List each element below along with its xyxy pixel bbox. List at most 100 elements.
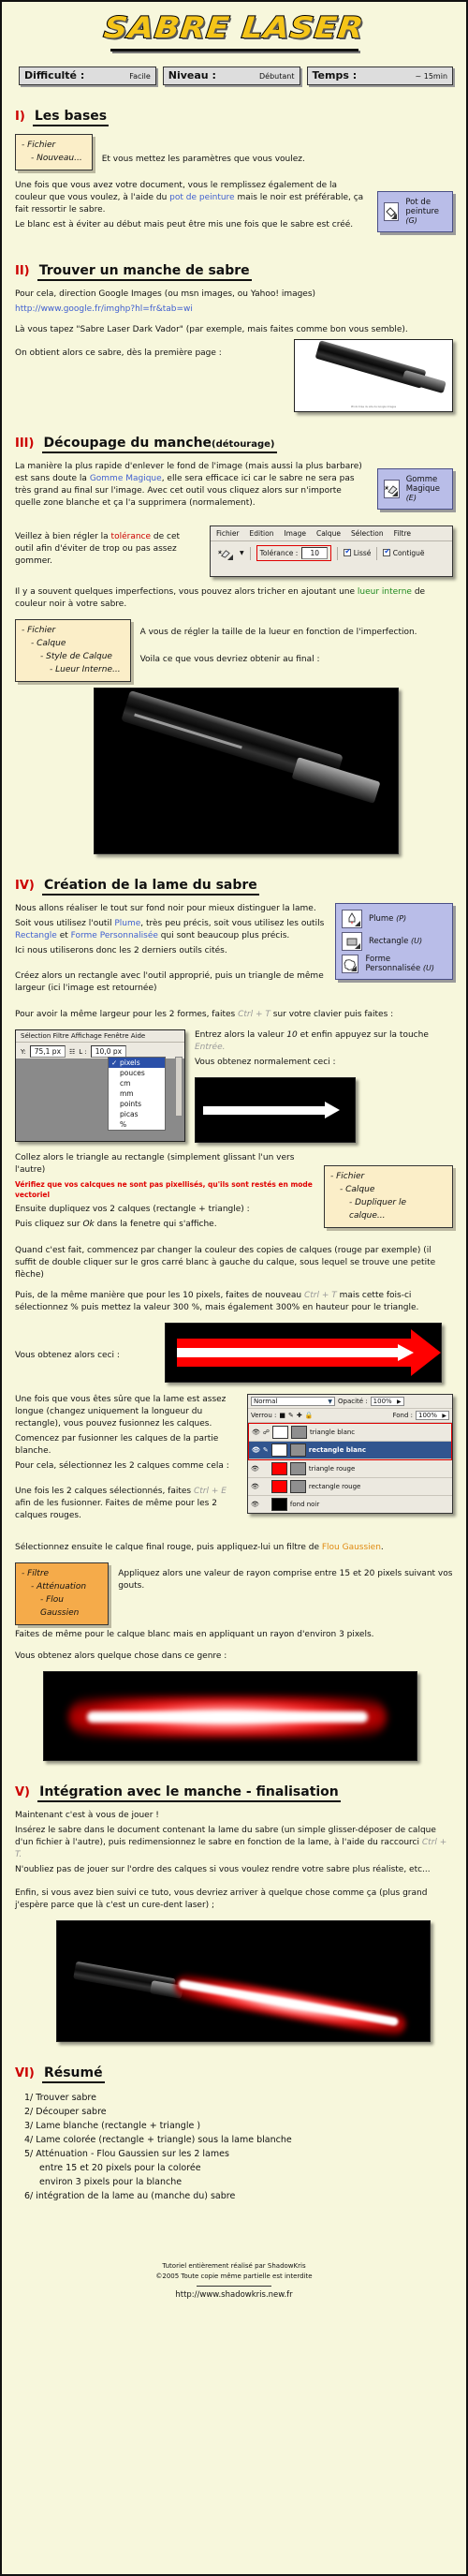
s4-red-blade-row: Vous obtenez alors ceci : [15,1323,453,1383]
info-bar: Difficulté : Facile Niveau : Débutant Te… [19,67,454,85]
flou-line-3: - Flou Gaussien [40,1595,80,1618]
final-saber-image [56,1920,431,2042]
dup-line-1: - Fichier [330,1172,365,1181]
layer-thumb [271,1426,288,1439]
unit-points[interactable]: points [109,1099,165,1109]
transform-options-screenshot: Sélection Filtre Affichage Fenêtre Aide … [15,1029,185,1142]
opacity-value: 100% [373,1398,392,1405]
s3-eraser-row: La manière la plus rapide d'enlever le f… [15,461,453,518]
brush-icon[interactable]: ✎ [263,1446,269,1454]
section-number-6: VI) [15,2066,35,2080]
tool-pen[interactable]: Plume (P) [340,908,448,930]
field-y-input[interactable]: 75,1 px [29,1045,66,1058]
tool-custom-shape[interactable]: Forme Personnalisée (U) [340,953,448,975]
tool-paint-bucket[interactable]: Pot de peinture (G) [382,196,448,228]
menu-image[interactable]: Image [284,529,306,538]
menu-selection-2[interactable]: Sélection [21,1032,51,1040]
contigue-checkbox[interactable]: Contiguë [383,547,425,557]
layer-row[interactable]: 👁 triangle rouge [248,1460,452,1478]
menu-calque[interactable]: Calque [316,529,341,538]
menu-selection[interactable]: Sélection [351,529,384,538]
eye-icon[interactable]: 👁 [252,1429,260,1436]
cutout-result-image [94,688,399,854]
section-number-1: I) [15,110,25,124]
unit-pixels[interactable]: pixels [109,1058,165,1068]
red-blade-preview [165,1323,442,1383]
s4-paragraph-8: Collez alors le triangle au rectangle (s… [15,1153,295,1175]
lock-all-icon[interactable]: 🔒 [305,1412,314,1419]
menu-aide[interactable]: Aide [131,1032,145,1040]
menu-fenetre[interactable]: Fenêtre [104,1032,128,1040]
google-images-url[interactable]: http://www.google.fr/imghp?hl=fr&tab=wi [15,303,453,316]
s4-p18b: . [380,1543,384,1552]
eye-icon[interactable]: 👁 [252,1446,260,1454]
field-y-label: Y: [21,1047,26,1056]
ctrl-e-shortcut: Ctrl + E [193,1487,227,1496]
layer-thumb [271,1462,287,1475]
unit-picas[interactable]: picas [109,1109,165,1119]
lisse-checkbox[interactable]: Lissé [344,547,371,557]
unit-cm[interactable]: cm [109,1078,165,1088]
menu-filtre-2[interactable]: Filtre [53,1032,69,1040]
tool-paint-bucket-label: Pot de peinture (G) [405,198,445,226]
tool-magic-eraser[interactable]: Gomme Magique (E) [382,473,448,505]
fill-input[interactable]: 100% ▶ [416,1411,449,1420]
layer-row[interactable]: 👁 rectangle rouge [248,1478,452,1496]
lock-move-icon[interactable]: ✚ [297,1412,302,1419]
s5-paragraph-2: Insérez le sabre dans le document conten… [15,1825,453,1861]
lock-paint-icon[interactable]: ✎ [288,1412,294,1419]
s4-p12a: Puis, de la même manière que pour les 10… [15,1291,304,1300]
pen-tool-link[interactable]: Plume [114,919,140,928]
custom-shape-tool-link[interactable]: Forme Personnalisée [71,931,158,940]
s4-p17a: Une fois les 2 calques sélectionnés, fai… [15,1487,194,1496]
tolerance-input[interactable]: 10 [301,547,329,559]
s4-p18a: Sélectionnez ensuite le calque final rou… [15,1543,322,1552]
section-title-5: Intégration avec le manche - finalisatio… [37,1784,341,1802]
lueur-line-2: - Calque [31,639,66,648]
s4-paragraph-18: Sélectionnez ensuite le calque final rou… [15,1542,453,1554]
tool-rectangle[interactable]: Rectangle (U) [340,930,448,953]
unit-mm[interactable]: mm [109,1088,165,1099]
blend-mode-select[interactable]: Normal ▼ [251,1397,335,1406]
tutorial-page: SABRE LASER Difficulté : Facile Niveau :… [2,2,466,2574]
s3-tolerance-row: Veillez à bien régler la tolérance de ce… [15,526,453,577]
footer-url[interactable]: http://www.shadowkris.new.fr [15,2290,453,2301]
s3-paragraph-2: Veillez à bien régler la tolérance de ce… [15,531,200,568]
inner-glow-link[interactable]: lueur interne [358,587,412,597]
menu-edition[interactable]: Edition [250,529,274,538]
eye-icon[interactable]: 👁 [251,1501,259,1508]
eye-icon[interactable]: 👁 [251,1465,259,1473]
eye-icon[interactable]: 👁 [251,1483,259,1490]
rectangle-tool-link[interactable]: Rectangle [15,931,57,940]
menu-line-1: - Fichier [22,141,56,150]
lock-transparent-icon[interactable]: ■ [279,1412,285,1419]
section-heading-4: IV) Création de la lame du sabre [15,875,453,896]
tolerance-control[interactable]: Tolérance : 10 [256,545,332,561]
units-dropdown[interactable]: pixels pouces cm mm points picas % [108,1057,166,1131]
s4-p2a: Soit vous utilisez l'outil [15,919,115,928]
s2-paragraph-2: Là vous tapez "Sabre Laser Dark Vador" (… [15,325,408,334]
menu-affichage[interactable]: Affichage [71,1032,102,1040]
link-chain-icon[interactable]: ☍ [263,1429,270,1436]
difficulty-value: Facile [129,72,151,81]
tool-preset-chevron-icon[interactable]: ▼ [240,550,244,556]
paint-bucket-link[interactable]: pot de peinture [169,193,234,202]
gaussian-blur-link[interactable]: Flou Gaussien [322,1543,381,1552]
magic-eraser-link[interactable]: Gomme Magique [90,474,162,483]
layer-row-background[interactable]: 👁 fond noir [248,1496,452,1513]
opacity-input[interactable]: 100% ▶ [370,1397,404,1406]
time-box: Temps : ~ 15min [306,67,454,85]
s4-paragraph-2: Soit vous utilisez l'outil Plume, très p… [15,918,326,942]
title-underline [110,49,358,52]
unit-percent[interactable]: % [109,1119,165,1130]
s4-transform-row: Sélection Filtre Affichage Fenêtre Aide … [15,1029,453,1143]
menu-filtre[interactable]: Filtre [394,529,411,538]
layer-thumb [271,1498,287,1511]
unit-pouces[interactable]: pouces [109,1068,165,1078]
s4-layers-row: Une fois que vous êtes sûre que la lame … [15,1394,453,1531]
layer-row[interactable]: 👁 ✎ rectangle blanc [249,1442,451,1459]
menu-fichier[interactable]: Fichier [216,529,240,538]
link-icon[interactable]: ☷ [69,1048,75,1056]
layer-row[interactable]: 👁 ☍ triangle blanc [249,1424,451,1442]
s4-paragraph-4: Créez alors un rectangle avec l'outil ap… [15,971,324,993]
